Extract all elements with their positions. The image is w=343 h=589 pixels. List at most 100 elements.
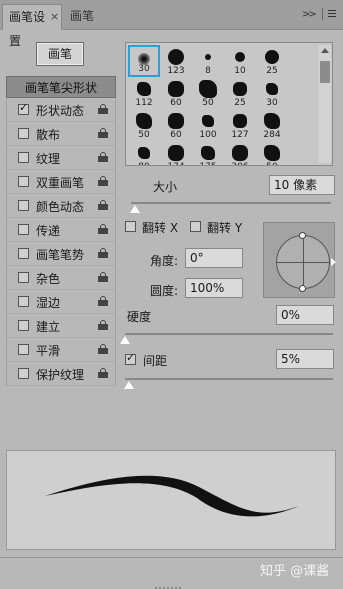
brush-size-label: 25 (266, 66, 278, 76)
brush-option-row[interactable]: 传递 (6, 218, 116, 242)
flip-x-checkbox[interactable] (125, 221, 136, 232)
brush-size-label: 127 (231, 130, 249, 140)
brush-option-checkbox[interactable] (18, 272, 29, 283)
brush-preset-cell[interactable]: 25 (224, 77, 256, 109)
brush-preset-cell[interactable]: 30 (256, 77, 288, 109)
brush-option-checkbox[interactable] (18, 101, 29, 115)
lock-icon[interactable] (98, 224, 108, 234)
brush-preset-cell[interactable]: 123 (160, 45, 192, 77)
brush-preset-cell[interactable]: 25 (256, 45, 288, 77)
brush-option-checkbox[interactable] (18, 176, 29, 187)
lock-icon[interactable] (98, 320, 108, 330)
brush-option-checkbox[interactable] (18, 296, 29, 307)
hardness-slider-track[interactable] (125, 333, 333, 335)
roundness-handle-top[interactable] (299, 232, 306, 239)
brush-option-label: 散布 (36, 128, 61, 142)
brush-shape-circle[interactable] (276, 232, 330, 292)
brush-option-row[interactable]: 形状动态 (6, 98, 116, 122)
brush-preset-cell[interactable]: 60 (160, 109, 192, 141)
scroll-up-icon[interactable] (321, 48, 329, 53)
brush-option-checkbox[interactable] (18, 152, 29, 163)
close-icon[interactable]: × (50, 5, 59, 29)
brush-tip-icon (232, 145, 248, 161)
brush-option-checkbox[interactable] (18, 368, 29, 379)
brush-option-row[interactable]: 平滑 (6, 338, 116, 362)
roundness-handle-bottom[interactable] (299, 285, 306, 292)
brush-stroke-preview (6, 450, 336, 550)
tab-brush[interactable]: 画笔 (64, 4, 104, 30)
collapse-panel-icon[interactable]: >> (302, 9, 317, 20)
brush-option-row[interactable]: 杂色 (6, 266, 116, 290)
panel-menu-icon[interactable] (322, 8, 336, 20)
brush-size-label: 50 (256, 162, 288, 165)
hardness-slider-knob[interactable] (120, 336, 130, 344)
brush-option-checkbox[interactable] (18, 128, 29, 139)
brush-preset-cell[interactable]: 60 (160, 77, 192, 109)
brush-option-checkbox[interactable] (18, 320, 29, 331)
brush-tip-icon (233, 114, 247, 128)
brush-option-checkbox[interactable] (18, 248, 29, 259)
brush-presets-button[interactable]: 画笔 (36, 42, 84, 66)
lock-icon[interactable] (98, 272, 108, 282)
lock-icon[interactable] (98, 296, 108, 306)
angle-arrow-icon[interactable] (331, 258, 336, 266)
brush-option-row[interactable]: 湿边 (6, 290, 116, 314)
roundness-field[interactable]: 100% (185, 278, 243, 298)
angle-roundness-widget[interactable] (263, 222, 336, 298)
brush-preset-cell[interactable]: 30 (128, 45, 160, 77)
brush-size-label: 8 (205, 66, 211, 76)
brush-preset-cell[interactable]: 50 (128, 109, 160, 141)
brush-option-checkbox[interactable] (18, 344, 29, 355)
brush-preset-cell[interactable]: 80 (128, 141, 160, 165)
brush-tip-shape-item[interactable]: 画笔笔尖形状 (6, 76, 116, 98)
brush-preset-cell[interactable]: 127 (224, 109, 256, 141)
brush-option-checkbox[interactable] (18, 224, 29, 235)
lock-icon[interactable] (98, 152, 108, 162)
brush-preset-cell[interactable]: 50 (192, 77, 224, 109)
brush-size-label: 100 (199, 130, 217, 140)
resize-grip-icon[interactable] (155, 580, 187, 589)
spacing-checkbox[interactable] (125, 351, 136, 365)
lock-icon[interactable] (98, 104, 108, 114)
size-slider-track[interactable] (131, 202, 331, 204)
lock-icon[interactable] (98, 176, 108, 186)
brush-preset-cell[interactable]: 100 (192, 109, 224, 141)
brush-option-row[interactable]: 纹理 (6, 146, 116, 170)
brush-option-row[interactable]: 双重画笔 (6, 170, 116, 194)
brush-size-label: 60 (170, 98, 182, 108)
hardness-field[interactable]: 0% (276, 305, 334, 325)
flip-y-checkbox[interactable] (190, 221, 201, 232)
angle-field[interactable]: 0° (185, 248, 243, 268)
brush-option-checkbox[interactable] (18, 200, 29, 211)
brush-size-label: 50 (202, 98, 214, 108)
brush-preset-cell[interactable]: 306 (224, 141, 256, 165)
brush-preset-cell[interactable]: 10 (224, 45, 256, 77)
lock-icon[interactable] (98, 248, 108, 258)
spacing-field[interactable]: 5% (276, 349, 334, 369)
brush-option-row[interactable]: 散布 (6, 122, 116, 146)
brush-option-row[interactable]: 颜色动态 (6, 194, 116, 218)
brush-tip-icon (264, 113, 280, 129)
tab-brush-settings[interactable]: 画笔设置 × (2, 4, 62, 48)
lock-icon[interactable] (98, 128, 108, 138)
brush-option-row[interactable]: 建立 (6, 314, 116, 338)
spacing-slider-track[interactable] (125, 378, 333, 380)
lock-icon[interactable] (98, 200, 108, 210)
brush-preset-cell[interactable]: 50 (256, 141, 288, 165)
spacing-slider-knob[interactable] (124, 381, 135, 389)
brush-option-row[interactable]: 保护纹理 (6, 362, 116, 386)
brush-tip-icon (266, 83, 278, 95)
brush-preset-cell[interactable]: 8 (192, 45, 224, 77)
scroll-thumb[interactable] (320, 61, 330, 83)
size-slider-knob[interactable] (130, 205, 140, 213)
brush-option-label: 建立 (36, 320, 61, 334)
brush-preset-cell[interactable]: 174 (160, 141, 192, 165)
preset-scrollbar[interactable] (319, 45, 331, 163)
lock-icon[interactable] (98, 344, 108, 354)
lock-icon[interactable] (98, 368, 108, 378)
size-field[interactable]: 10 像素 (269, 175, 335, 195)
brush-preset-cell[interactable]: 112 (128, 77, 160, 109)
brush-preset-cell[interactable]: 175 (192, 141, 224, 165)
brush-option-row[interactable]: 画笔笔势 (6, 242, 116, 266)
brush-preset-cell[interactable]: 284 (256, 109, 288, 141)
